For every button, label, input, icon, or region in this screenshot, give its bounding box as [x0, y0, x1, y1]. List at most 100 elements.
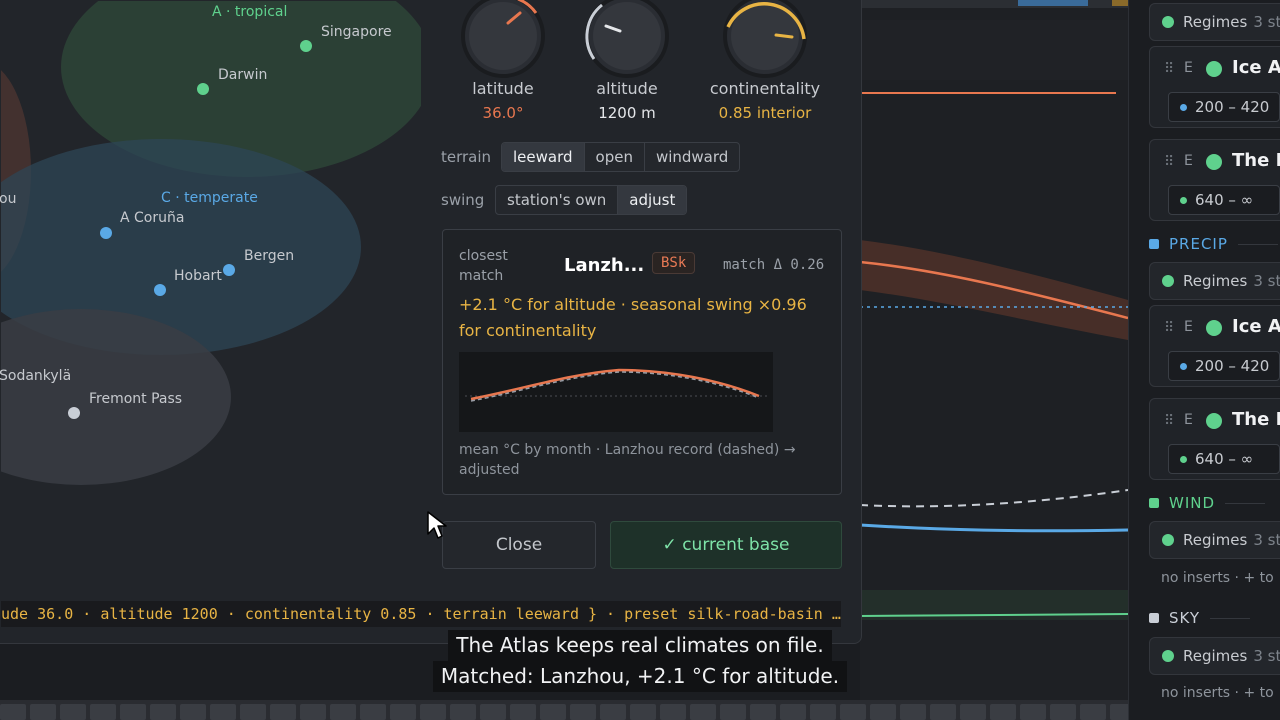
track-key — [780, 704, 806, 720]
track-key — [60, 704, 86, 720]
regimes-pill[interactable]: Regimes 3 sta — [1149, 637, 1280, 675]
status-dot-icon — [1206, 413, 1222, 429]
track-key — [210, 704, 236, 720]
status-dot-icon — [1162, 16, 1174, 28]
regime-title: Ice Ag — [1232, 316, 1280, 337]
range-dot-icon — [1180, 455, 1187, 463]
continentality-knob-group: continentality 0.85 interior — [695, 0, 835, 122]
swing-option-adjust[interactable]: adjust — [618, 186, 687, 214]
regime-letter: E — [1184, 60, 1193, 76]
regime-range-value: 200 – 420 — [1195, 357, 1270, 375]
drag-handle-icon[interactable]: ⠿ — [1164, 413, 1174, 429]
subtitle-caption: The Atlas keeps real climates on file. M… — [430, 630, 850, 692]
regime-card-ice-age[interactable]: ⠿ E Ice Ag 200 – 420 — [1149, 46, 1280, 128]
regimes-pill-label: Regimes — [1183, 13, 1248, 31]
region-label-tropical: A · tropical — [212, 4, 288, 20]
track-key — [480, 704, 506, 720]
regimes-pill[interactable]: Regimes 3 sta — [1149, 3, 1280, 41]
swing-row: swing station's own adjust — [441, 185, 688, 215]
status-dot-icon — [1206, 320, 1222, 336]
terrain-option-windward[interactable]: windward — [645, 143, 739, 171]
altitude-title: altitude — [596, 79, 658, 98]
track-key — [630, 704, 656, 720]
track-key — [690, 704, 716, 720]
regime-range[interactable]: 640 – ∞ — [1168, 444, 1280, 474]
regime-card-the-lo[interactable]: ⠿ E The Lo 640 – ∞ — [1149, 398, 1280, 480]
station-dot-singapore[interactable] — [300, 40, 312, 52]
no-inserts-hint: no inserts · + to — [1161, 685, 1274, 701]
section-divider — [1237, 243, 1278, 245]
match-station-name: Lanzh... — [564, 255, 645, 276]
regime-range[interactable]: 640 – ∞ — [1168, 185, 1280, 215]
drag-handle-icon[interactable]: ⠿ — [1164, 61, 1174, 77]
regime-range[interactable]: 200 – 420 — [1168, 92, 1280, 122]
track-key — [660, 704, 686, 720]
section-wind[interactable]: WIND — [1149, 494, 1266, 512]
track-key — [930, 704, 956, 720]
current-base-button[interactable]: ✓ current base — [610, 521, 842, 569]
regime-card-the-lo[interactable]: ⠿ E The Lo 640 – ∞ — [1149, 139, 1280, 221]
region-label-temperate: C · temperate — [161, 190, 258, 206]
swing-option-stations-own[interactable]: station's own — [496, 186, 619, 214]
altitude-knob[interactable] — [582, 0, 672, 81]
terrain-option-open[interactable]: open — [585, 143, 645, 171]
track-key — [960, 704, 986, 720]
latitude-knob[interactable] — [458, 0, 548, 81]
regimes-count: 3 sta — [1253, 531, 1280, 549]
section-precip[interactable]: PRECIP — [1149, 235, 1278, 253]
close-button[interactable]: Close — [442, 521, 596, 569]
latitude-knob-group: latitude 36.0° — [433, 0, 573, 122]
track-key — [360, 704, 386, 720]
track-key — [810, 704, 836, 720]
station-label-singapore: Singapore — [321, 24, 392, 40]
track-key — [900, 704, 926, 720]
regimes-pill[interactable]: Regimes 3 sta — [1149, 521, 1280, 559]
preset-code-readout: ude 36.0 · altitude 1200 · continentalit… — [1, 601, 841, 627]
station-dot-fremont-pass[interactable] — [68, 407, 80, 419]
station-label-hobart: Hobart — [174, 268, 222, 284]
station-dot-a-coruna[interactable] — [100, 227, 112, 239]
track-key — [600, 704, 626, 720]
terrain-option-leeward[interactable]: leeward — [502, 143, 585, 171]
track-key — [510, 704, 536, 720]
regimes-pill-label: Regimes — [1183, 272, 1248, 290]
regime-range-value: 640 – ∞ — [1195, 450, 1254, 468]
track-key — [0, 704, 26, 720]
section-divider — [1225, 502, 1266, 504]
station-dot-darwin[interactable] — [197, 83, 209, 95]
adjustment-description: +2.1 °C for altitude · seasonal swing ×0… — [459, 295, 807, 340]
station-label-a-coruna: A Coruña — [120, 210, 185, 226]
latitude-title: latitude — [472, 79, 534, 98]
sparkline-caption: mean °C by month · Lanzhou record (dashe… — [459, 442, 796, 478]
station-dot-bergen[interactable] — [223, 264, 235, 276]
regimes-pill[interactable]: Regimes 3 sta — [1149, 262, 1280, 300]
section-sky[interactable]: SKY — [1149, 609, 1250, 627]
station-label-sodankyla: Sodankylä — [0, 368, 72, 384]
range-dot-icon — [1180, 103, 1187, 111]
latitude-value: 36.0° — [482, 104, 524, 122]
mouse-cursor-icon — [426, 510, 450, 546]
climate-atlas-dialog: A · tropical C · temperate Singapore Dar… — [0, 0, 862, 644]
continentality-knob[interactable] — [720, 0, 810, 81]
station-label-fremont-pass: Fremont Pass — [89, 391, 183, 407]
background-timeline-canvas — [860, 0, 1128, 720]
track-key — [450, 704, 476, 720]
track-key — [390, 704, 416, 720]
section-divider — [1210, 617, 1250, 619]
regime-title: The Lo — [1232, 409, 1280, 430]
regime-letter: E — [1184, 412, 1193, 428]
drag-handle-icon[interactable]: ⠿ — [1164, 320, 1174, 336]
section-square-icon — [1149, 613, 1159, 623]
status-dot-icon — [1162, 650, 1174, 662]
climate-regions — [1, 1, 421, 485]
track-key — [1050, 704, 1076, 720]
climate-map[interactable]: A · tropical C · temperate Singapore Dar… — [0, 1, 421, 571]
station-dot-hobart[interactable] — [154, 284, 166, 296]
track-key — [180, 704, 206, 720]
drag-handle-icon[interactable]: ⠿ — [1164, 154, 1174, 170]
track-key — [570, 704, 596, 720]
regime-range[interactable]: 200 – 420 — [1168, 351, 1280, 381]
regime-card-ice-age[interactable]: ⠿ E Ice Ag 200 – 420 — [1149, 305, 1280, 387]
subtitle-line-2: Matched: Lanzhou, +2.1 °C for altitude. — [432, 661, 848, 692]
section-title: WIND — [1169, 494, 1216, 512]
